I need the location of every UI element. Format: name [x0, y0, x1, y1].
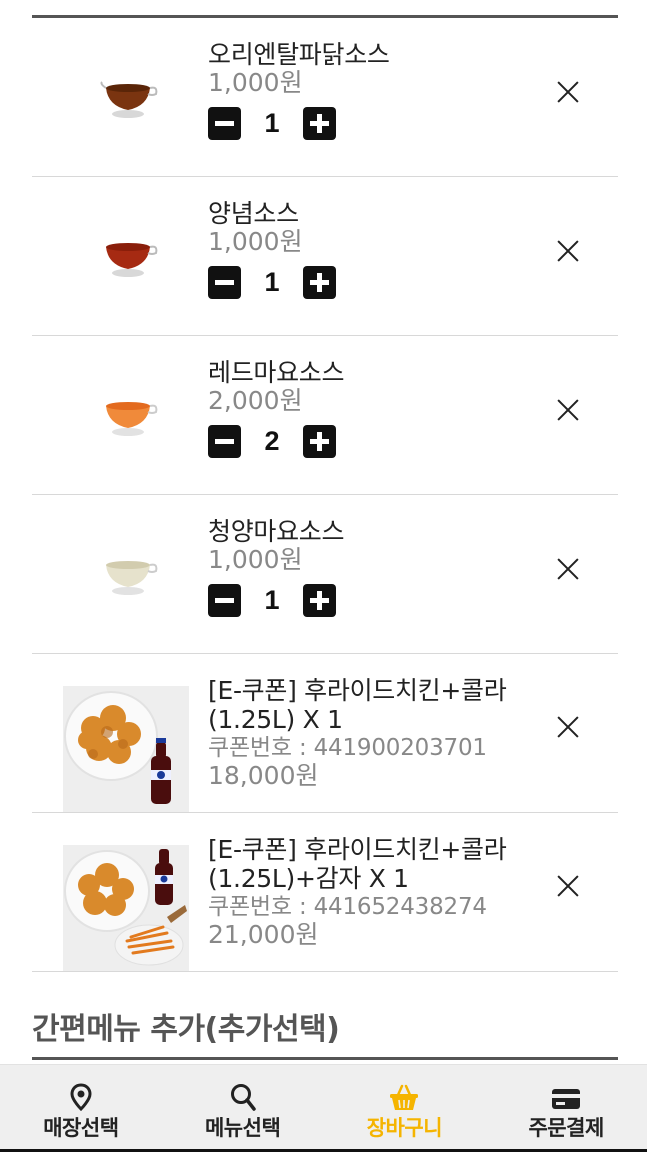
basket-icon [390, 1084, 419, 1110]
tab-store-label: 매장선택 [43, 1116, 119, 1140]
remove-item-button[interactable] [556, 557, 580, 581]
tab-checkout-label: 주문결제 [528, 1116, 604, 1140]
tab-store[interactable]: 매장선택 [0, 1065, 162, 1152]
item-name: 오리엔탈파닭소스 [208, 40, 390, 69]
item-price: 2,000원 [208, 386, 303, 415]
quantity-value: 1 [264, 267, 280, 297]
quantity-value: 1 [264, 585, 280, 615]
tab-menu[interactable]: 메뉴선택 [162, 1065, 324, 1152]
decrease-button[interactable] [208, 266, 241, 299]
cart-item: 오리엔탈파닭소스 1,000원 1 [32, 18, 618, 177]
item-name: 청양마요소스 [208, 517, 345, 546]
decrease-button[interactable] [208, 107, 241, 140]
coupon-price: 21,000원 [208, 920, 319, 949]
sauce-image [32, 18, 192, 177]
cart-item: 레드마요소스 2,000원 2 [32, 336, 618, 495]
remove-item-button[interactable] [556, 398, 580, 422]
chicken-cola-photo [63, 686, 189, 812]
increase-button[interactable] [303, 425, 336, 458]
minus-icon [215, 439, 234, 444]
sauce-image [32, 495, 192, 654]
coupon-number: 쿠폰번호 : 441900203701 [208, 735, 487, 761]
item-price: 1,000원 [208, 68, 303, 97]
coupon-item: [E-쿠폰] 후라이드치킨+콜라 (1.25L) X 1 쿠폰번호 : 4419… [32, 654, 618, 813]
remove-item-button[interactable] [556, 239, 580, 263]
sauce-image [32, 177, 192, 336]
cart-item: 청양마요소스 1,000원 1 [32, 495, 618, 654]
credit-card-icon [552, 1089, 581, 1109]
quantity-value: 1 [264, 108, 280, 138]
quantity-value: 2 [264, 426, 280, 456]
item-price: 1,000원 [208, 227, 303, 256]
coupon-number: 쿠폰번호 : 441652438274 [208, 894, 487, 920]
remove-item-button[interactable] [556, 80, 580, 104]
sauce-image [32, 336, 192, 495]
quantity-stepper: 1 [208, 266, 548, 299]
location-pin-icon [70, 1083, 92, 1111]
minus-icon [215, 598, 234, 603]
coupon-name: [E-쿠폰] 후라이드치킨+콜라 [208, 835, 507, 864]
tab-menu-label: 메뉴선택 [204, 1116, 281, 1140]
chicken-cola-fries-photo [63, 845, 189, 971]
coupon-name: [E-쿠폰] 후라이드치킨+콜라 [208, 676, 507, 705]
remove-coupon-button[interactable] [556, 874, 580, 898]
minus-icon [215, 280, 234, 285]
increase-button[interactable] [303, 266, 336, 299]
tab-basket-label: 장바구니 [366, 1116, 443, 1140]
item-name: 양념소스 [208, 199, 299, 228]
bottom-tab-bar: 매장선택 메뉴선택 장바구니 주문결제 [0, 1064, 647, 1152]
increase-button[interactable] [303, 584, 336, 617]
decrease-button[interactable] [208, 425, 241, 458]
increase-button[interactable] [303, 107, 336, 140]
quick-menu-title[interactable]: 간편메뉴 추가(추가선택) [32, 1004, 340, 1048]
coupon-item: [E-쿠폰] 후라이드치킨+콜라 (1.25L)+감자 X 1 쿠폰번호 : 4… [32, 813, 618, 972]
quantity-stepper: 1 [208, 584, 548, 617]
quantity-stepper: 2 [208, 425, 548, 458]
search-icon [230, 1084, 256, 1111]
coupon-name-line2: (1.25L)+감자 X 1 [208, 864, 409, 893]
coupon-name-line2: (1.25L) X 1 [208, 705, 343, 734]
coupon-price: 18,000원 [208, 761, 319, 790]
item-price: 1,000원 [208, 545, 303, 574]
quick-menu-divider [32, 1057, 618, 1060]
cart-item: 양념소스 1,000원 1 [32, 177, 618, 336]
item-name: 레드마요소스 [208, 358, 345, 387]
decrease-button[interactable] [208, 584, 241, 617]
tab-basket[interactable]: 장바구니 [324, 1065, 486, 1152]
minus-icon [215, 121, 234, 126]
remove-coupon-button[interactable] [556, 715, 580, 739]
quantity-stepper: 1 [208, 107, 548, 140]
tab-checkout[interactable]: 주문결제 [485, 1065, 647, 1152]
cart-list: 오리엔탈파닭소스 1,000원 1 양념소스 1,000원 1 레드마요소스 2… [32, 18, 618, 972]
